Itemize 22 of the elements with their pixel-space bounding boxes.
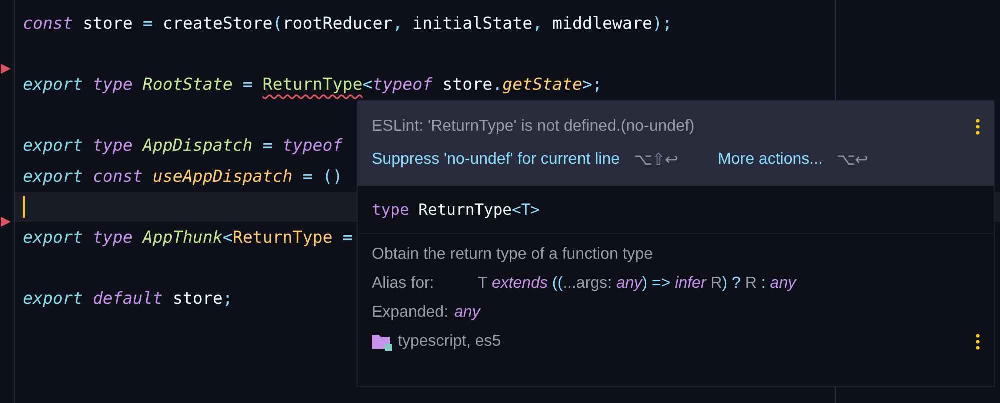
code-line: export default store; (23, 289, 233, 308)
code-line: export type AppDispatch = typeof (23, 136, 343, 156)
property-value: T extends ((...args: any) => infer R) ? R : any (478, 275, 796, 293)
code-line: export type AppThunk<ReturnType = (23, 228, 353, 247)
quick-fix-link[interactable]: Suppress 'no-undef' for current line (372, 150, 620, 168)
property-label: Expanded: (372, 304, 449, 322)
code-line: export const useAppDispatch = () (23, 166, 343, 186)
library-source: typescript, es5 (398, 333, 502, 351)
description-text: Obtain the return type of a function type (372, 246, 654, 264)
type-signature: type ReturnType<T> (358, 186, 994, 234)
folder-icon (372, 333, 392, 351)
code-line: const store = createStore(rootReducer, initialState, middleware); (23, 14, 672, 33)
property-value: any (454, 304, 480, 322)
quick-fix-link[interactable]: More actions... (718, 150, 823, 168)
more-options-icon[interactable] (976, 334, 980, 350)
property-label: Alias for: (372, 275, 436, 293)
error-message: ESLint: 'ReturnType' is not defined.(no-undef) (372, 118, 696, 136)
shortcut-hint: ⌥↩ (836, 150, 868, 170)
code-line: export type RootState = ReturnType<typeof store.getState>; (23, 74, 603, 94)
more-options-icon[interactable] (976, 118, 980, 134)
text-cursor (23, 196, 25, 218)
shortcut-hint: ⌥⇧↩ (634, 150, 678, 170)
